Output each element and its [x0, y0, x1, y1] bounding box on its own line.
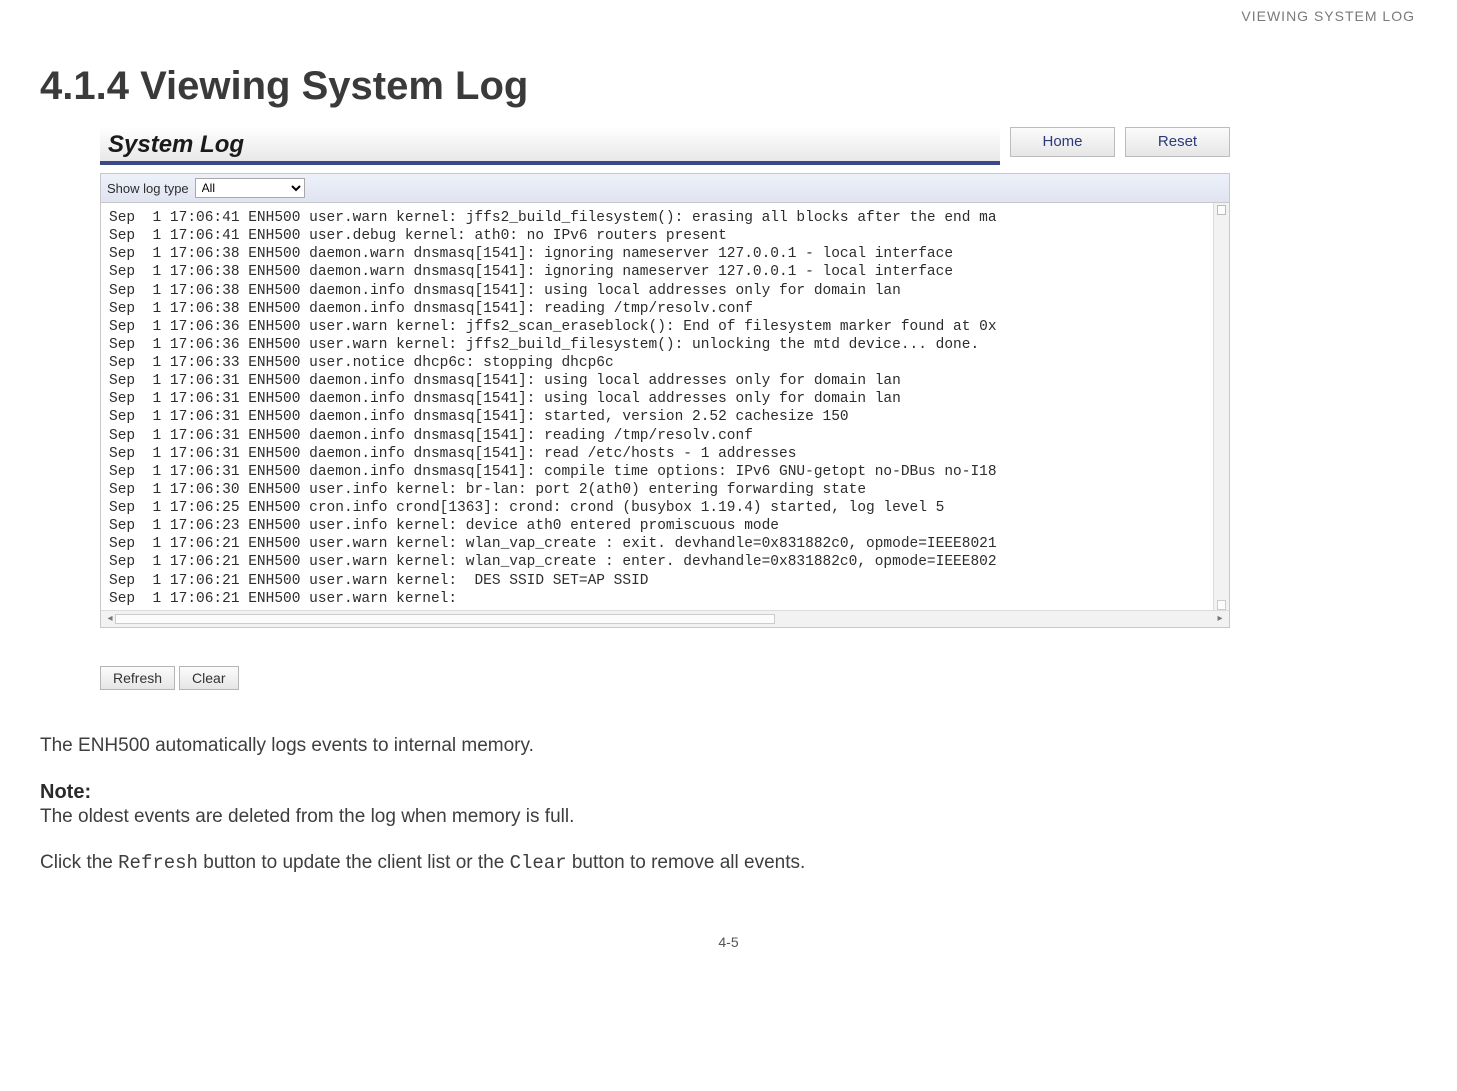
scroll-thumb-top[interactable] [1217, 205, 1226, 215]
scroll-left-icon[interactable]: ◂ [105, 613, 115, 624]
instr-mid: button to update the client list or the [198, 852, 510, 873]
description-text: The ENH500 automatically logs events to … [40, 735, 1417, 757]
reset-button[interactable]: Reset [1125, 127, 1230, 157]
log-output: Sep 1 17:06:41 ENH500 user.warn kernel: … [101, 203, 1229, 610]
note-text: The oldest events are deleted from the l… [40, 806, 1417, 828]
action-bar: Refresh Clear [100, 666, 1230, 690]
instr-refresh-code: Refresh [118, 852, 198, 874]
filter-label: Show log type [107, 181, 189, 196]
scroll-thumb-h[interactable] [115, 614, 775, 624]
log-panel: Show log type All Sep 1 17:06:41 ENH500 … [100, 173, 1230, 628]
instr-clear-code: Clear [510, 852, 567, 874]
home-button[interactable]: Home [1010, 127, 1115, 157]
scroll-right-icon[interactable]: ▸ [1215, 613, 1225, 624]
instruction-text: Click the Refresh button to update the c… [40, 852, 1417, 874]
refresh-button[interactable]: Refresh [100, 666, 175, 690]
instr-suffix: button to remove all events. [567, 852, 806, 873]
note-label: Note: [40, 781, 1417, 804]
page-number: 4-5 [40, 934, 1417, 950]
section-title: 4.1.4 Viewing System Log [40, 64, 1417, 109]
log-type-select[interactable]: All [195, 178, 305, 198]
system-log-screenshot: System Log Home Reset Show log type All … [100, 127, 1230, 690]
vertical-scrollbar[interactable] [1213, 203, 1229, 610]
instr-prefix: Click the [40, 852, 118, 873]
scroll-thumb-bottom[interactable] [1217, 600, 1226, 610]
page-header-right: VIEWING SYSTEM LOG [40, 0, 1417, 24]
clear-button[interactable]: Clear [179, 666, 238, 690]
horizontal-scrollbar[interactable]: ◂ ▸ [101, 610, 1229, 627]
panel-title: System Log [100, 127, 1000, 165]
filter-bar: Show log type All [101, 174, 1229, 203]
